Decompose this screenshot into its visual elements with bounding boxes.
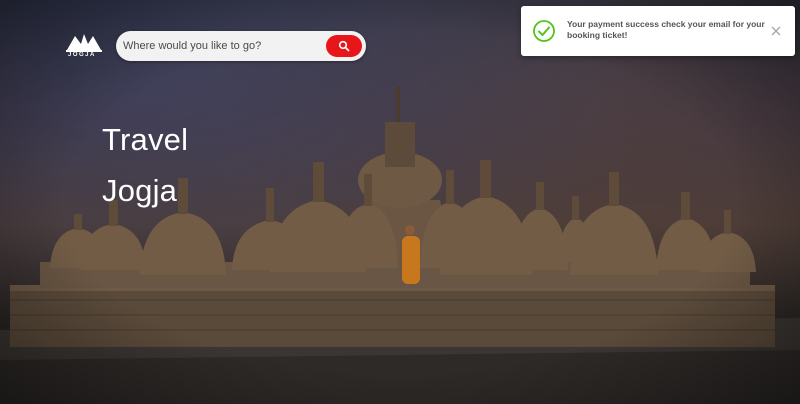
payment-success-notification: Your payment success check your email fo… — [521, 6, 795, 56]
check-circle-icon — [533, 20, 555, 42]
hero-title-line1: Travel — [102, 122, 189, 157]
search-input[interactable] — [116, 31, 323, 61]
notification-message: Your payment success check your email fo… — [567, 19, 765, 40]
logo-text: JOGJA — [68, 52, 96, 58]
search-icon — [338, 40, 350, 52]
search-bar — [116, 31, 366, 61]
brand-logo[interactable]: JOGJA — [63, 30, 105, 60]
hero-title-line2: Jogja — [102, 173, 178, 208]
close-icon[interactable] — [769, 24, 783, 38]
search-button[interactable] — [326, 35, 362, 57]
